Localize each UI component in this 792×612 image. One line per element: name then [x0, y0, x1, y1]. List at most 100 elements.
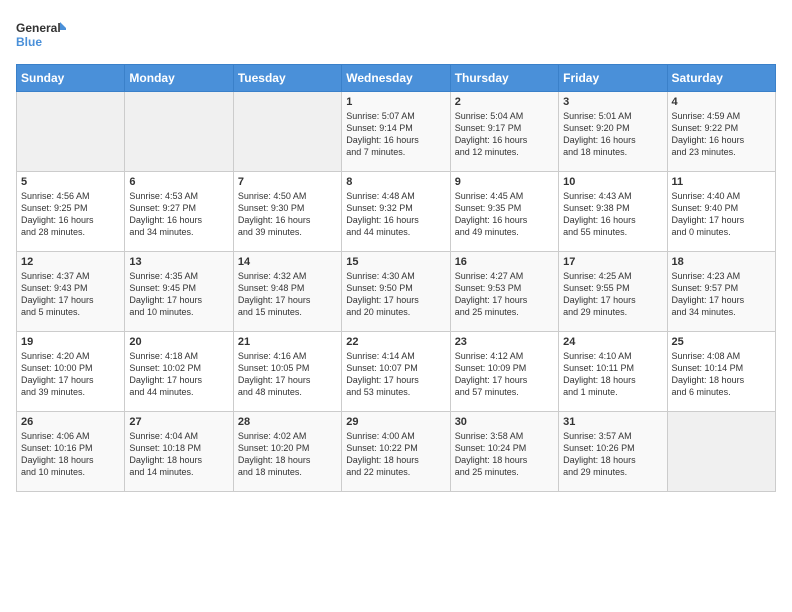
day-number: 1 — [346, 96, 445, 108]
calendar-cell: 16 Sunrise: 4:27 AM Sunset: 9:53 PM Dayli… — [450, 252, 558, 332]
calendar-cell: 17 Sunrise: 4:25 AM Sunset: 9:55 PM Dayli… — [559, 252, 667, 332]
day-info: Sunrise: 4:23 AM Sunset: 9:57 PM Dayligh… — [672, 270, 771, 319]
day-number: 29 — [346, 416, 445, 428]
calendar-cell: 15 Sunrise: 4:30 AM Sunset: 9:50 PM Dayli… — [342, 252, 450, 332]
day-info: Sunrise: 4:40 AM Sunset: 9:40 PM Dayligh… — [672, 190, 771, 239]
day-info: Sunrise: 4:45 AM Sunset: 9:35 PM Dayligh… — [455, 190, 554, 239]
col-header-friday: Friday — [559, 65, 667, 92]
day-info: Sunrise: 4:10 AM Sunset: 10:11 PM Daylig… — [563, 350, 662, 399]
col-header-tuesday: Tuesday — [233, 65, 341, 92]
col-header-saturday: Saturday — [667, 65, 775, 92]
calendar-cell: 2 Sunrise: 5:04 AM Sunset: 9:17 PM Daylig… — [450, 92, 558, 172]
day-number: 20 — [129, 336, 228, 348]
calendar-cell: 20 Sunrise: 4:18 AM Sunset: 10:02 PM Dayl… — [125, 332, 233, 412]
calendar-cell: 22 Sunrise: 4:14 AM Sunset: 10:07 PM Dayl… — [342, 332, 450, 412]
page-header: General Blue — [16, 16, 776, 56]
calendar-cell: 14Sunrise: 4:32 AM Sunset: 9:48 PM Dayli… — [233, 252, 341, 332]
calendar-cell: 19Sunrise: 4:20 AM Sunset: 10:00 PM Dayl… — [17, 332, 125, 412]
calendar-cell: 27 Sunrise: 4:04 AM Sunset: 10:18 PM Dayl… — [125, 412, 233, 492]
day-number: 25 — [672, 336, 771, 348]
day-number: 28 — [238, 416, 337, 428]
day-info: Sunrise: 5:07 AM Sunset: 9:14 PM Dayligh… — [346, 110, 445, 159]
day-info: Sunrise: 4:25 AM Sunset: 9:55 PM Dayligh… — [563, 270, 662, 319]
calendar-cell: 7Sunrise: 4:50 AM Sunset: 9:30 PM Daylig… — [233, 172, 341, 252]
day-number: 14 — [238, 256, 337, 268]
day-info: Sunrise: 4:12 AM Sunset: 10:09 PM Daylig… — [455, 350, 554, 399]
day-number: 13 — [129, 256, 228, 268]
calendar-cell: 24Sunrise: 4:10 AM Sunset: 10:11 PM Dayl… — [559, 332, 667, 412]
day-number: 11 — [672, 176, 771, 188]
day-number: 31 — [563, 416, 662, 428]
day-info: Sunrise: 4:30 AM Sunset: 9:50 PM Dayligh… — [346, 270, 445, 319]
day-info: Sunrise: 4:48 AM Sunset: 9:32 PM Dayligh… — [346, 190, 445, 239]
calendar-cell — [667, 412, 775, 492]
calendar-week-row: 1 Sunrise: 5:07 AM Sunset: 9:14 PM Daylig… — [17, 92, 776, 172]
calendar-cell: 25 Sunrise: 4:08 AM Sunset: 10:14 PM Dayl… — [667, 332, 775, 412]
day-info: Sunrise: 4:16 AM Sunset: 10:05 PM Daylig… — [238, 350, 337, 399]
day-number: 2 — [455, 96, 554, 108]
calendar-cell — [233, 92, 341, 172]
calendar-cell: 5 Sunrise: 4:56 AM Sunset: 9:25 PM Daylig… — [17, 172, 125, 252]
calendar-cell: 9Sunrise: 4:45 AM Sunset: 9:35 PM Daylig… — [450, 172, 558, 252]
logo: General Blue — [16, 16, 66, 56]
calendar-cell: 8 Sunrise: 4:48 AM Sunset: 9:32 PM Daylig… — [342, 172, 450, 252]
calendar-table: SundayMondayTuesdayWednesdayThursdayFrid… — [16, 64, 776, 492]
calendar-cell — [125, 92, 233, 172]
day-number: 16 — [455, 256, 554, 268]
calendar-cell — [17, 92, 125, 172]
calendar-week-row: 5 Sunrise: 4:56 AM Sunset: 9:25 PM Daylig… — [17, 172, 776, 252]
day-info: Sunrise: 4:06 AM Sunset: 10:16 PM Daylig… — [21, 430, 120, 479]
calendar-cell: 21 Sunrise: 4:16 AM Sunset: 10:05 PM Dayl… — [233, 332, 341, 412]
calendar-cell: 31 Sunrise: 3:57 AM Sunset: 10:26 PM Dayl… — [559, 412, 667, 492]
day-info: Sunrise: 4:08 AM Sunset: 10:14 PM Daylig… — [672, 350, 771, 399]
day-number: 30 — [455, 416, 554, 428]
col-header-monday: Monday — [125, 65, 233, 92]
day-info: Sunrise: 4:27 AM Sunset: 9:53 PM Dayligh… — [455, 270, 554, 319]
calendar-cell: 26 Sunrise: 4:06 AM Sunset: 10:16 PM Dayl… — [17, 412, 125, 492]
day-info: Sunrise: 3:58 AM Sunset: 10:24 PM Daylig… — [455, 430, 554, 479]
day-number: 8 — [346, 176, 445, 188]
calendar-cell: 3Sunrise: 5:01 AM Sunset: 9:20 PM Daylig… — [559, 92, 667, 172]
logo-svg: General Blue — [16, 16, 66, 56]
calendar-week-row: 19Sunrise: 4:20 AM Sunset: 10:00 PM Dayl… — [17, 332, 776, 412]
day-number: 3 — [563, 96, 662, 108]
day-info: Sunrise: 4:00 AM Sunset: 10:22 PM Daylig… — [346, 430, 445, 479]
svg-text:Blue: Blue — [16, 35, 42, 49]
day-number: 22 — [346, 336, 445, 348]
day-number: 6 — [129, 176, 228, 188]
svg-text:General: General — [16, 21, 61, 35]
calendar-cell: 30 Sunrise: 3:58 AM Sunset: 10:24 PM Dayl… — [450, 412, 558, 492]
day-number: 7 — [238, 176, 337, 188]
calendar-cell: 18Sunrise: 4:23 AM Sunset: 9:57 PM Dayli… — [667, 252, 775, 332]
day-number: 10 — [563, 176, 662, 188]
col-header-thursday: Thursday — [450, 65, 558, 92]
calendar-header-row: SundayMondayTuesdayWednesdayThursdayFrid… — [17, 65, 776, 92]
day-info: Sunrise: 3:57 AM Sunset: 10:26 PM Daylig… — [563, 430, 662, 479]
day-info: Sunrise: 4:53 AM Sunset: 9:27 PM Dayligh… — [129, 190, 228, 239]
day-info: Sunrise: 4:59 AM Sunset: 9:22 PM Dayligh… — [672, 110, 771, 159]
day-number: 26 — [21, 416, 120, 428]
day-number: 5 — [21, 176, 120, 188]
day-info: Sunrise: 4:18 AM Sunset: 10:02 PM Daylig… — [129, 350, 228, 399]
day-info: Sunrise: 4:56 AM Sunset: 9:25 PM Dayligh… — [21, 190, 120, 239]
day-info: Sunrise: 4:37 AM Sunset: 9:43 PM Dayligh… — [21, 270, 120, 319]
calendar-cell: 23 Sunrise: 4:12 AM Sunset: 10:09 PM Dayl… — [450, 332, 558, 412]
day-number: 27 — [129, 416, 228, 428]
day-number: 23 — [455, 336, 554, 348]
day-number: 17 — [563, 256, 662, 268]
day-info: Sunrise: 4:43 AM Sunset: 9:38 PM Dayligh… — [563, 190, 662, 239]
day-info: Sunrise: 4:14 AM Sunset: 10:07 PM Daylig… — [346, 350, 445, 399]
day-info: Sunrise: 5:04 AM Sunset: 9:17 PM Dayligh… — [455, 110, 554, 159]
day-info: Sunrise: 4:04 AM Sunset: 10:18 PM Daylig… — [129, 430, 228, 479]
day-number: 19 — [21, 336, 120, 348]
day-info: Sunrise: 4:35 AM Sunset: 9:45 PM Dayligh… — [129, 270, 228, 319]
day-number: 15 — [346, 256, 445, 268]
day-number: 21 — [238, 336, 337, 348]
calendar-week-row: 12 Sunrise: 4:37 AM Sunset: 9:43 PM Dayli… — [17, 252, 776, 332]
day-number: 12 — [21, 256, 120, 268]
day-info: Sunrise: 4:02 AM Sunset: 10:20 PM Daylig… — [238, 430, 337, 479]
calendar-cell: 13 Sunrise: 4:35 AM Sunset: 9:45 PM Dayli… — [125, 252, 233, 332]
calendar-cell: 12 Sunrise: 4:37 AM Sunset: 9:43 PM Dayli… — [17, 252, 125, 332]
calendar-cell: 6 Sunrise: 4:53 AM Sunset: 9:27 PM Daylig… — [125, 172, 233, 252]
calendar-cell: 10 Sunrise: 4:43 AM Sunset: 9:38 PM Dayli… — [559, 172, 667, 252]
